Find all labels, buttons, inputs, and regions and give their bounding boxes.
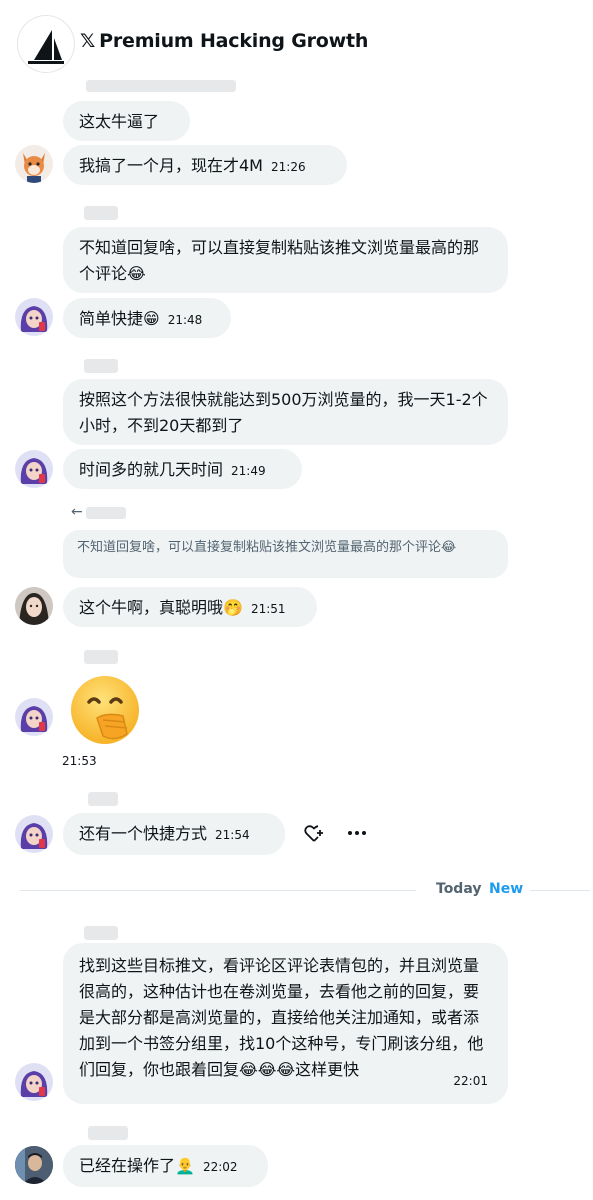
blurred-sender-name	[84, 206, 118, 220]
avatar[interactable]	[15, 587, 53, 625]
more-dots-icon	[348, 831, 366, 835]
hand-over-mouth-face-icon	[71, 676, 139, 744]
message-text: 这太牛逼了	[79, 112, 160, 131]
quoted-message[interactable]: 不知道回复啥，可以直接复制粘贴该推文浏览量最高的那个评论😂	[63, 530, 508, 578]
group-title[interactable]: 𝕏 Premium Hacking Growth	[80, 30, 368, 52]
today-label: Today	[436, 881, 482, 897]
reply-arrow-icon: ←	[71, 504, 83, 520]
message-bubble[interactable]: 找到这些目标推文，看评论区评论表情包的，并且浏览量很高的，这种估计也在卷浏览量，…	[63, 943, 508, 1104]
anime-girl-avatar-icon	[20, 458, 48, 484]
new-label: New	[489, 881, 524, 897]
message-text: 找到这些目标推文，看评论区评论表情包的，并且浏览量很高的，这种估计也在卷浏览量，…	[79, 956, 484, 1079]
avatar[interactable]	[15, 450, 53, 488]
message-time: 21:48	[167, 313, 203, 327]
message-text: 简单快捷😁	[79, 309, 160, 328]
message-bubble[interactable]: 我搞了一个月，现在才4M 21:26	[63, 145, 347, 185]
anime-girl-avatar-icon	[20, 706, 48, 732]
message-bubble[interactable]: 这个牛啊，真聪明哦🤭 21:51	[63, 587, 317, 627]
message-time: 21:51	[250, 602, 286, 616]
date-divider-line	[20, 890, 416, 891]
girl-photo-avatar-icon	[15, 587, 53, 625]
message-text: 时间多的就几天时间	[79, 460, 224, 479]
message-text: 这个牛啊，真聪明哦🤭	[79, 598, 243, 617]
message-bubble[interactable]: 简单快捷😁 21:48	[63, 298, 231, 338]
avatar[interactable]	[15, 698, 53, 736]
message-text: 还有一个快捷方式	[79, 824, 208, 843]
man-photo-avatar-icon	[15, 1146, 53, 1184]
message-time: 21:53	[62, 754, 97, 768]
group-title-text: Premium Hacking Growth	[99, 30, 369, 52]
date-divider-line	[530, 890, 590, 891]
message-bubble[interactable]: 还有一个快捷方式 21:54	[63, 813, 285, 855]
avatar[interactable]	[15, 1063, 53, 1101]
blurred-reply-target	[86, 507, 126, 519]
message-time: 21:54	[215, 828, 250, 842]
blurred-sender-name	[86, 80, 236, 92]
sail-logo-icon	[28, 30, 64, 64]
fox-avatar-icon	[23, 153, 45, 183]
anime-girl-avatar-icon	[20, 306, 48, 332]
heart-plus-icon	[304, 825, 323, 842]
message-bubble[interactable]: 不知道回复啥，可以直接复制粘贴该推文浏览量最高的那个评论😂	[63, 227, 508, 293]
blurred-sender-name	[88, 792, 118, 806]
message-text: 已经在操作了👨‍🦲	[79, 1156, 195, 1175]
hand-over-mouth-emoji[interactable]	[67, 672, 143, 748]
message-time: 22:02	[202, 1160, 238, 1174]
anime-girl-avatar-icon	[20, 823, 48, 849]
message-bubble[interactable]: 这太牛逼了	[63, 101, 190, 141]
message-time: 22:01	[453, 1074, 488, 1088]
blurred-sender-name	[88, 1126, 128, 1140]
anime-girl-avatar-icon	[20, 1071, 48, 1097]
message-text: 不知道回复啥，可以直接复制粘贴该推文浏览量最高的那个评论😂	[79, 238, 480, 283]
avatar[interactable]	[15, 145, 53, 183]
more-options-button[interactable]	[346, 822, 368, 848]
avatar[interactable]	[15, 298, 53, 336]
message-bubble[interactable]: 时间多的就几天时间 21:49	[63, 449, 302, 489]
avatar[interactable]	[15, 1146, 53, 1184]
message-text: 按照这个方法很快就能达到500万浏览量的，我一天1-2个小时，不到20天都到了	[79, 390, 488, 435]
react-button[interactable]	[303, 822, 325, 848]
blurred-sender-name	[84, 926, 118, 940]
quoted-text: 不知道回复啥，可以直接复制粘贴该推文浏览量最高的那个评论😂	[77, 540, 457, 555]
blurred-sender-name	[84, 359, 118, 373]
blurred-sender-name	[84, 650, 118, 664]
x-premium-mark: 𝕏	[80, 30, 96, 52]
group-avatar-logo[interactable]	[18, 16, 74, 72]
message-bubble[interactable]: 按照这个方法很快就能达到500万浏览量的，我一天1-2个小时，不到20天都到了	[63, 379, 508, 445]
message-bubble[interactable]: 已经在操作了👨‍🦲 22:02	[63, 1145, 268, 1187]
avatar[interactable]	[15, 815, 53, 853]
message-time: 21:49	[231, 464, 266, 478]
message-time: 21:26	[271, 160, 306, 174]
message-text: 我搞了一个月，现在才4M	[79, 156, 263, 175]
